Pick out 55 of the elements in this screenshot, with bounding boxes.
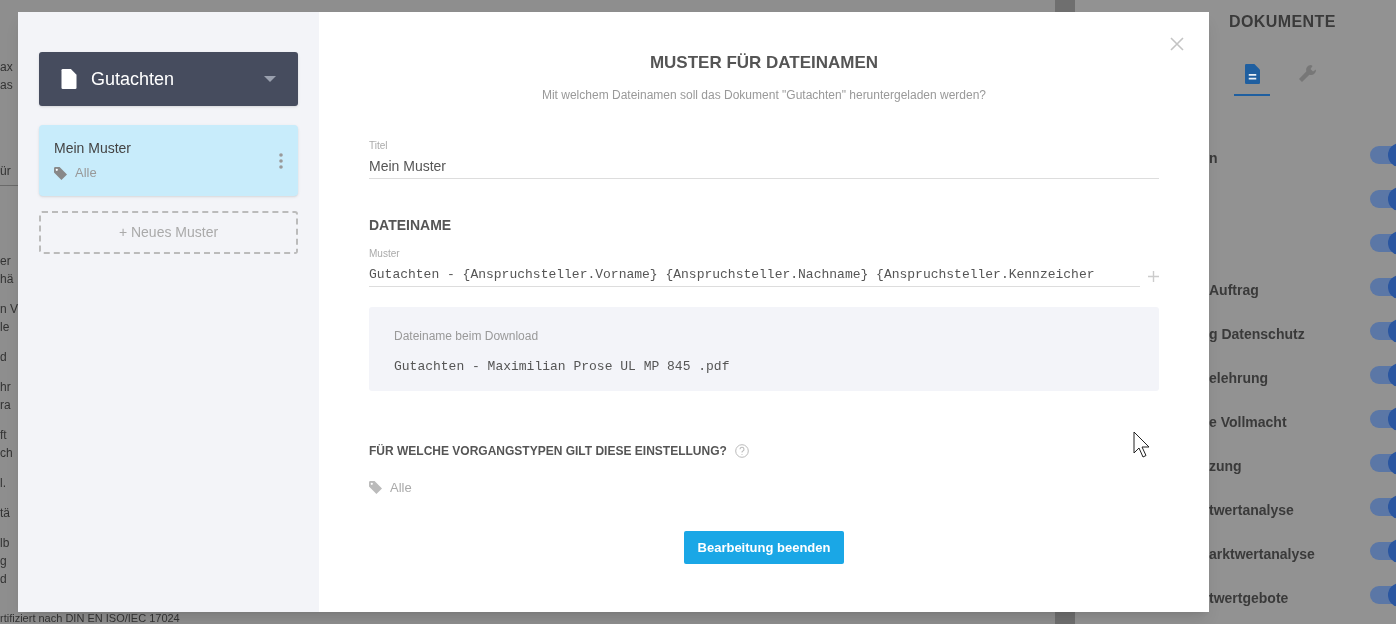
pattern-title: Mein Muster (54, 139, 132, 159)
page-text-fragment: n V (0, 301, 18, 318)
panel-title: DOKUMENTE (1229, 12, 1337, 32)
field-label: Titel (369, 139, 389, 152)
page-text-fragment: lb (0, 535, 10, 552)
page-text-fragment: ch (0, 445, 13, 462)
page-text-fragment: ft (0, 427, 7, 444)
page-text-fragment: ra (0, 397, 11, 414)
page-text-fragment: er (0, 253, 11, 270)
document-label: n (1209, 149, 1218, 168)
tag-icon (369, 480, 382, 494)
panel-tab[interactable] (1234, 64, 1270, 96)
field-label: Muster (369, 247, 401, 260)
preview-label: Dateiname beim Download (394, 327, 540, 345)
page-text-fragment: le (0, 319, 10, 336)
page-text-fragment: hä (0, 271, 14, 288)
help-icon[interactable] (734, 443, 749, 458)
preview-filename: Gutachten - Maximilian Prose UL MP 845 .pdf (394, 357, 731, 376)
wrench-icon (1298, 64, 1318, 84)
document-label: twertanalyse (1209, 501, 1294, 520)
plus-icon[interactable] (1148, 270, 1159, 282)
document-label: g Datenschutz (1209, 325, 1305, 344)
pattern-card[interactable]: Mein Muster Alle (39, 125, 298, 196)
page-text-fragment: l. (0, 475, 6, 492)
page-text-fragment: d (0, 349, 7, 366)
close-icon[interactable] (1170, 37, 1184, 51)
page-text-fragment: ax (0, 59, 13, 76)
more-icon[interactable] (279, 152, 283, 169)
mouse-cursor-icon (1133, 431, 1151, 458)
document-icon (1244, 64, 1260, 84)
page-text-fragment: hr (0, 379, 11, 396)
title-field[interactable]: Mein Muster (369, 154, 1159, 179)
pattern-field[interactable]: Gutachten - {Anspruchsteller.Vorname} {Anspruchsteller.Nachname} {Anspruchsteller.Kennzeicher (369, 262, 1140, 287)
document-label: twertgebote (1209, 589, 1289, 608)
scope-tag: Alle (390, 477, 412, 497)
page-text-fragment: ür (0, 163, 11, 180)
document-icon (61, 69, 77, 89)
pattern-tag: Alle (75, 163, 97, 183)
page-footer-text: rtifiziert nach DIN EN ISO/IEC 17024 (0, 612, 180, 624)
tag-icon (54, 166, 67, 180)
caret-icon (264, 76, 276, 82)
page-text-fragment: d (0, 571, 7, 588)
dialog-subtitle: Mit welchem Dateinamen soll das Dokument "Gutachten" heruntergeladen werden? (541, 86, 987, 104)
document-label: Auftrag (1209, 281, 1259, 300)
document-label: e Vollmacht (1209, 413, 1287, 432)
dialog-title: MUSTER FÜR DATEINAMEN (649, 52, 879, 74)
page-text-fragment: g (0, 553, 7, 570)
document-dropdown[interactable]: Gutachten (39, 52, 298, 106)
section-heading: DATEINAME (369, 215, 453, 235)
document-label: zung (1209, 457, 1242, 476)
section-heading: FÜR WELCHE VORGANGSTYPEN GILT DIESE EINSTELLUNG? (369, 442, 727, 460)
page-text-fragment: as (0, 77, 13, 94)
document-label: elehrung (1209, 369, 1269, 388)
page-text-fragment: tä (0, 505, 10, 522)
document-label: arktwertanalyse (1209, 545, 1315, 564)
